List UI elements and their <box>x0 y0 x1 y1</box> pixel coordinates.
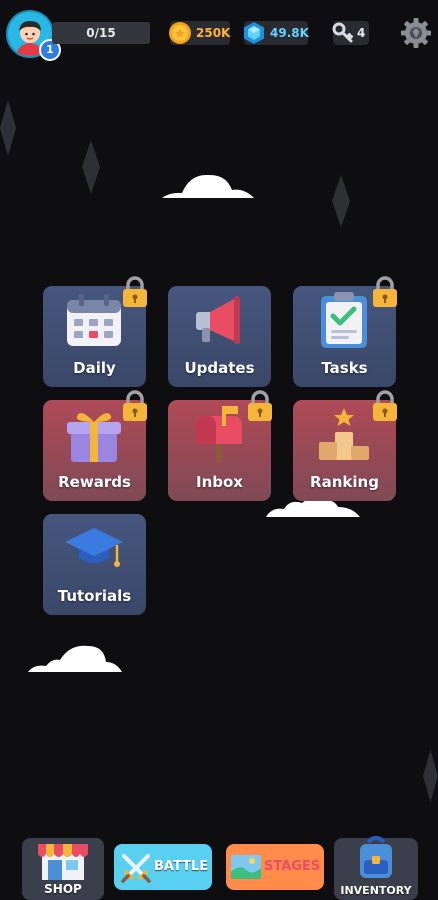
mailbox-icon <box>196 406 242 462</box>
tutorials-label: Tutorials <box>57 587 132 605</box>
lock-icon <box>373 276 397 307</box>
daily-label: Daily <box>73 359 116 377</box>
shop-button[interactable]: SHOP <box>22 838 104 900</box>
inbox-label: Inbox <box>196 473 243 491</box>
cloud-decoration <box>162 174 254 198</box>
battle-label: BATTLE <box>154 859 209 874</box>
inventory-button[interactable]: INVENTORY <box>334 836 418 900</box>
lock-icon <box>248 390 272 421</box>
stages-button[interactable]: STAGES <box>226 844 324 890</box>
graduation-cap-icon <box>65 528 123 567</box>
daily-tile[interactable]: Daily <box>43 276 147 387</box>
coin-icon <box>169 22 191 44</box>
top-bar: 1 0/15 250K 49.8K 4 <box>0 0 438 66</box>
gem-icon <box>244 22 264 44</box>
crossed-swords-icon <box>121 854 151 883</box>
bottom-nav: SHOP BATTLE STAGES INVENTORY <box>0 830 438 900</box>
diamond-decoration <box>0 100 16 156</box>
diamond-decoration <box>82 140 100 194</box>
rewards-tile[interactable]: Rewards <box>43 390 147 501</box>
updates-label: Updates <box>184 359 255 377</box>
megaphone-icon <box>196 296 240 344</box>
gear-icon[interactable] <box>400 17 432 49</box>
tasks-label: Tasks <box>321 359 368 377</box>
updates-tile[interactable]: Updates <box>168 286 271 387</box>
map-icon <box>231 855 261 879</box>
gem-value: 49.8K <box>270 26 309 40</box>
key-icon <box>332 22 353 43</box>
lock-icon <box>373 390 397 421</box>
key-counter[interactable]: 4 <box>332 21 369 45</box>
lock-icon <box>123 276 147 307</box>
shop-icon <box>38 844 88 880</box>
tutorials-tile[interactable]: Tutorials <box>43 514 146 615</box>
coin-counter[interactable]: 250K <box>169 21 231 45</box>
xp-progress-bar: 0/15 <box>52 22 150 44</box>
shop-label: SHOP <box>44 882 82 896</box>
inventory-label: INVENTORY <box>340 884 412 897</box>
diamond-decoration <box>423 750 438 802</box>
xp-text: 0/15 <box>86 26 116 40</box>
key-value: 4 <box>357 26 366 40</box>
diamond-decoration <box>332 175 350 227</box>
calendar-icon <box>67 294 121 346</box>
ranking-tile[interactable]: Ranking <box>293 390 397 501</box>
lock-icon <box>123 390 147 421</box>
tasks-tile[interactable]: Tasks <box>293 276 397 387</box>
backpack-icon <box>360 836 392 878</box>
ranking-label: Ranking <box>310 473 379 491</box>
stages-label: STAGES <box>264 859 321 874</box>
battle-button[interactable]: BATTLE <box>114 844 212 890</box>
rewards-label: Rewards <box>58 473 131 491</box>
coin-value: 250K <box>196 26 231 40</box>
gift-icon <box>67 413 121 462</box>
cloud-decoration <box>28 645 122 672</box>
gem-counter[interactable]: 49.8K <box>244 21 309 45</box>
podium-icon <box>319 408 369 460</box>
clipboard-icon <box>321 292 367 348</box>
inbox-tile[interactable]: Inbox <box>168 390 272 501</box>
